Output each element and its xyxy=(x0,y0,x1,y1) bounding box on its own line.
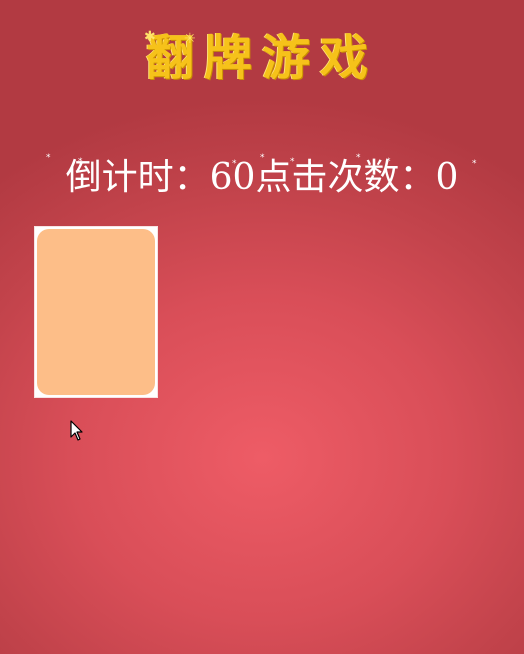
sparkle-icon: * xyxy=(290,157,295,167)
sparkle-icon: * xyxy=(232,159,237,169)
sparkle-icon: * xyxy=(78,157,83,167)
sparkle-icon: * xyxy=(386,157,391,167)
card-back xyxy=(37,229,155,395)
card-board xyxy=(34,226,160,400)
countdown-label: 倒计时： xyxy=(65,157,210,198)
sparkle-icon: * xyxy=(472,159,477,169)
sparkle-icon: * xyxy=(260,153,265,163)
clicks-label: 点击次数： xyxy=(255,157,436,198)
clicks-value: 0 xyxy=(435,157,459,198)
card[interactable] xyxy=(34,226,158,398)
sparkle-icon: ✱ xyxy=(144,29,156,45)
sparkle-icon: * xyxy=(46,153,51,163)
sparkle-icon: ✳ xyxy=(184,31,196,47)
game-title: 翻牌游戏 xyxy=(145,30,378,86)
mouse-cursor-icon xyxy=(70,420,83,441)
sparkle-icon: * xyxy=(356,153,361,163)
